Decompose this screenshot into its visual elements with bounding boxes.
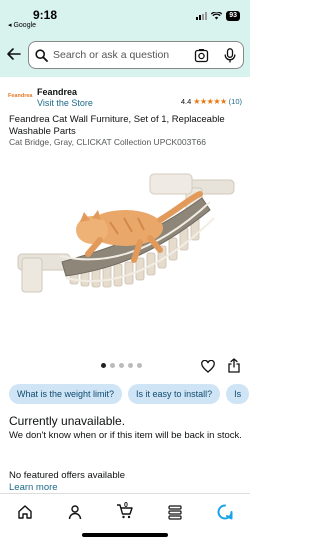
cart-count: 0 — [124, 502, 128, 509]
search-icon — [35, 49, 48, 62]
battery-indicator: 93 — [226, 11, 240, 21]
brand-row: Feandrea Feandrea Visit the Store 4.4 ★★… — [0, 84, 250, 112]
status-time: 9:18 — [33, 8, 58, 22]
home-icon[interactable] — [17, 504, 33, 520]
back-to-app-link[interactable]: ◂ Google — [8, 21, 36, 29]
question-chip-partial[interactable]: Is — [226, 384, 250, 404]
question-chip-weight-limit[interactable]: What is the weight limit? — [9, 384, 123, 404]
signal-icon — [196, 12, 208, 20]
microphone-icon[interactable] — [224, 48, 236, 63]
visit-store-link[interactable]: Visit the Store — [37, 98, 93, 108]
carousel-dot[interactable] — [128, 363, 133, 368]
star-rating-icon: ★★★★★ — [193, 97, 227, 106]
camera-scan-icon[interactable] — [194, 48, 209, 63]
search-input[interactable]: Search or ask a question — [28, 41, 244, 69]
rating-summary[interactable]: 4.4 ★★★★★ (10) — [181, 97, 242, 106]
availability-message: We don't know when or if this item will … — [9, 430, 242, 441]
carousel-dot[interactable] — [101, 363, 106, 368]
question-chip-install[interactable]: Is it easy to install? — [128, 384, 221, 404]
search-placeholder: Search or ask a question — [53, 49, 170, 61]
no-offers-text: No featured offers available — [9, 470, 126, 481]
product-subtitle: Cat Bridge, Gray, CLICKAT Collection UPC… — [9, 137, 206, 147]
brand-name[interactable]: Feandrea — [37, 87, 77, 97]
heart-icon[interactable] — [201, 360, 215, 373]
search-header: Search or ask a question — [0, 32, 250, 77]
account-icon[interactable] — [67, 504, 83, 520]
alexa-icon[interactable] — [217, 504, 233, 520]
carousel-dot[interactable] — [110, 363, 115, 368]
rating-value: 4.4 — [180, 97, 192, 106]
menu-icon[interactable] — [167, 504, 183, 520]
wifi-icon — [211, 12, 223, 20]
product-title: Feandrea Cat Wall Furniture, Set of 1, R… — [9, 114, 225, 137]
brand-logo[interactable]: Feandrea — [8, 93, 32, 99]
back-arrow-icon[interactable] — [6, 46, 22, 62]
status-bar: 9:18 ◂ Google 93 — [0, 0, 250, 32]
share-icon[interactable] — [228, 358, 240, 373]
product-image[interactable] — [0, 158, 250, 353]
learn-more-link[interactable]: Learn more — [9, 482, 58, 493]
home-indicator — [82, 533, 168, 537]
availability-status: Currently unavailable. — [9, 414, 126, 428]
rating-count[interactable]: (10) — [229, 97, 242, 106]
question-chips: What is the weight limit? Is it easy to … — [9, 384, 250, 404]
carousel-dots[interactable] — [101, 363, 142, 368]
status-icons: 93 — [196, 11, 240, 21]
carousel-dot[interactable] — [119, 363, 124, 368]
carousel-dot[interactable] — [137, 363, 142, 368]
cart-button[interactable]: 0 — [116, 502, 134, 522]
